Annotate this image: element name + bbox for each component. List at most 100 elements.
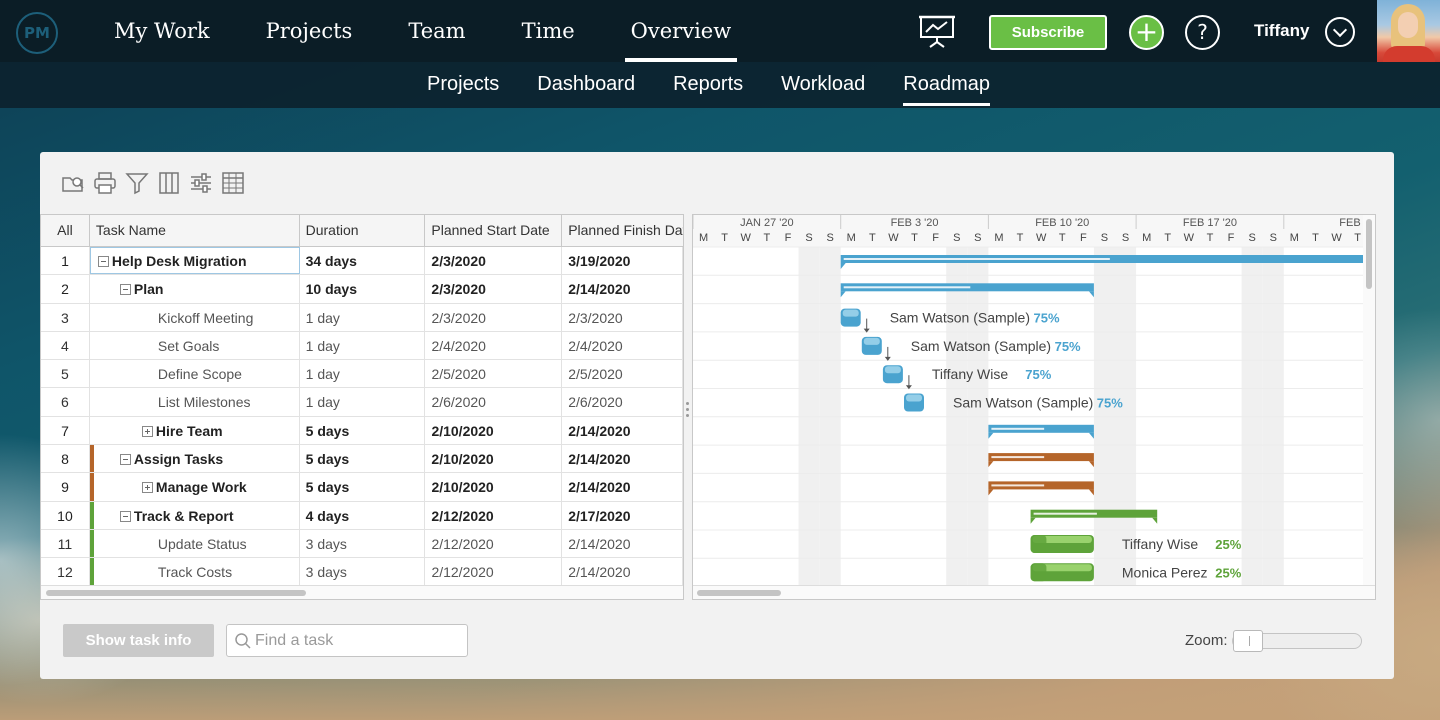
- collapse-icon[interactable]: [119, 510, 131, 522]
- subnav-dashboard[interactable]: Dashboard: [518, 62, 654, 108]
- grid-horizontal-scrollbar[interactable]: [41, 585, 683, 599]
- task-name-cell[interactable]: List Milestones: [90, 388, 300, 416]
- task-name-cell[interactable]: Plan: [90, 275, 300, 303]
- duration-cell[interactable]: 5 days: [300, 473, 426, 501]
- row-number[interactable]: 7: [41, 416, 90, 445]
- duration-cell[interactable]: 1 day: [300, 331, 426, 360]
- table-row[interactable]: 5 Define Scope 1 day 2/5/2020 2/5/2020: [41, 360, 683, 389]
- task-name-cell[interactable]: Manage Work: [90, 473, 300, 501]
- start-date-cell[interactable]: 2/12/2020: [425, 501, 563, 529]
- header-duration[interactable]: Duration: [300, 215, 426, 246]
- zoom-slider-handle[interactable]: [1233, 630, 1263, 652]
- subnav-reports[interactable]: Reports: [654, 62, 762, 108]
- subscribe-button[interactable]: Subscribe: [989, 15, 1107, 50]
- nav-overview[interactable]: Overview: [603, 0, 760, 62]
- help-icon[interactable]: ?: [1185, 15, 1220, 50]
- finish-date-cell[interactable]: 2/14/2020: [562, 275, 684, 303]
- task-name-cell[interactable]: Define Scope: [90, 360, 300, 388]
- row-number[interactable]: 2: [41, 275, 90, 303]
- start-date-cell[interactable]: 2/12/2020: [425, 529, 563, 558]
- task-name-cell[interactable]: Kickoff Meeting: [90, 303, 300, 331]
- finish-date-cell[interactable]: 2/3/2020: [562, 303, 683, 331]
- print-icon[interactable]: [92, 170, 118, 196]
- header-planned-finish[interactable]: Planned Finish Dat: [562, 215, 683, 246]
- table-row[interactable]: 1 Help Desk Migration 34 days 2/3/2020 3/19/…: [41, 247, 683, 276]
- finish-date-cell[interactable]: 2/14/2020: [562, 473, 683, 501]
- finish-date-cell[interactable]: 2/6/2020: [562, 388, 683, 416]
- duration-cell[interactable]: 4 days: [300, 501, 426, 529]
- columns-icon[interactable]: [156, 170, 182, 196]
- table-row[interactable]: 9 Manage Work 5 days 2/10/2020 2/14/2020: [41, 473, 683, 502]
- user-name[interactable]: Tiffany: [1254, 0, 1309, 62]
- finish-date-cell[interactable]: 2/14/2020: [562, 445, 684, 473]
- task-name-cell[interactable]: Hire Team: [90, 416, 300, 445]
- subnav-projects[interactable]: Projects: [408, 62, 518, 108]
- expand-icon[interactable]: [141, 482, 153, 494]
- scroll-thumb[interactable]: [46, 590, 306, 596]
- finish-date-cell[interactable]: 2/14/2020: [562, 416, 683, 445]
- duration-cell[interactable]: 3 days: [300, 529, 426, 558]
- header-planned-start[interactable]: Planned Start Date: [425, 215, 563, 246]
- task-name-cell[interactable]: Set Goals: [90, 331, 300, 360]
- start-date-cell[interactable]: 2/10/2020: [425, 445, 563, 473]
- collapse-icon[interactable]: [119, 454, 131, 466]
- row-number[interactable]: 12: [41, 558, 90, 586]
- nav-team[interactable]: Team: [380, 0, 493, 62]
- row-number[interactable]: 8: [41, 445, 90, 473]
- finish-date-cell[interactable]: 2/4/2020: [562, 331, 683, 360]
- row-number[interactable]: 6: [41, 388, 90, 416]
- finish-date-cell[interactable]: 3/19/2020: [562, 247, 683, 275]
- nav-projects[interactable]: Projects: [238, 0, 381, 62]
- task-name-cell[interactable]: Track Costs: [90, 558, 300, 586]
- row-number[interactable]: 5: [41, 360, 90, 388]
- table-row[interactable]: 6 List Milestones 1 day 2/6/2020 2/6/2020: [41, 388, 683, 417]
- start-date-cell[interactable]: 2/4/2020: [425, 331, 563, 360]
- avatar[interactable]: [1377, 0, 1440, 62]
- row-number[interactable]: 10: [41, 501, 90, 529]
- row-number[interactable]: 11: [41, 529, 90, 558]
- chevron-down-icon[interactable]: [1325, 17, 1355, 47]
- expand-icon[interactable]: [141, 425, 153, 437]
- collapse-icon[interactable]: [119, 284, 131, 296]
- scroll-thumb[interactable]: [697, 590, 781, 596]
- collapse-icon[interactable]: [97, 256, 109, 267]
- duration-cell[interactable]: 1 day: [300, 388, 426, 416]
- start-date-cell[interactable]: 2/6/2020: [425, 388, 563, 416]
- start-date-cell[interactable]: 2/5/2020: [425, 360, 563, 388]
- task-name-cell[interactable]: Track & Report: [90, 501, 300, 529]
- finish-date-cell[interactable]: 2/14/2020: [562, 529, 683, 558]
- table-row[interactable]: 10 Track & Report 4 days 2/12/2020 2/17/2020: [41, 501, 684, 530]
- folder-search-icon[interactable]: [60, 170, 86, 196]
- scroll-thumb[interactable]: [1366, 219, 1372, 289]
- duration-cell[interactable]: 1 day: [300, 360, 426, 388]
- table-row[interactable]: 7 Hire Team 5 days 2/10/2020 2/14/2020: [41, 416, 683, 446]
- gantt-horizontal-scrollbar[interactable]: [693, 585, 1375, 599]
- table-row[interactable]: 2 Plan 10 days 2/3/2020 2/14/2020: [41, 275, 684, 304]
- table-row[interactable]: 4 Set Goals 1 day 2/4/2020 2/4/2020: [41, 331, 683, 361]
- table-row[interactable]: 11 Update Status 3 days 2/12/2020 2/14/2020: [41, 529, 683, 559]
- app-logo[interactable]: PM: [16, 12, 58, 54]
- duration-cell[interactable]: 3 days: [300, 558, 426, 586]
- table-row[interactable]: 3 Kickoff Meeting 1 day 2/3/2020 2/3/2020: [41, 303, 683, 332]
- duration-cell[interactable]: 10 days: [300, 275, 426, 303]
- duration-cell[interactable]: 1 day: [300, 303, 426, 331]
- start-date-cell[interactable]: 2/12/2020: [425, 558, 563, 586]
- row-number[interactable]: 1: [41, 247, 90, 275]
- finish-date-cell[interactable]: 2/5/2020: [562, 360, 683, 388]
- find-task-input[interactable]: [255, 627, 460, 654]
- task-name-cell[interactable]: Help Desk Migration: [89, 247, 300, 275]
- start-date-cell[interactable]: 2/10/2020: [425, 473, 563, 501]
- row-number[interactable]: 9: [41, 473, 90, 501]
- row-number[interactable]: 4: [41, 331, 90, 360]
- finish-date-cell[interactable]: 2/17/2020: [562, 501, 684, 529]
- task-name-cell[interactable]: Update Status: [90, 529, 300, 558]
- start-date-cell[interactable]: 2/10/2020: [425, 416, 563, 445]
- pane-splitter[interactable]: [686, 402, 690, 418]
- subnav-roadmap[interactable]: Roadmap: [884, 62, 1009, 108]
- duration-cell[interactable]: 5 days: [300, 416, 426, 445]
- duration-cell[interactable]: 34 days: [300, 247, 426, 275]
- header-task-name[interactable]: Task Name: [90, 215, 300, 246]
- duration-cell[interactable]: 5 days: [300, 445, 426, 473]
- start-date-cell[interactable]: 2/3/2020: [425, 303, 563, 331]
- row-number[interactable]: 3: [41, 303, 90, 331]
